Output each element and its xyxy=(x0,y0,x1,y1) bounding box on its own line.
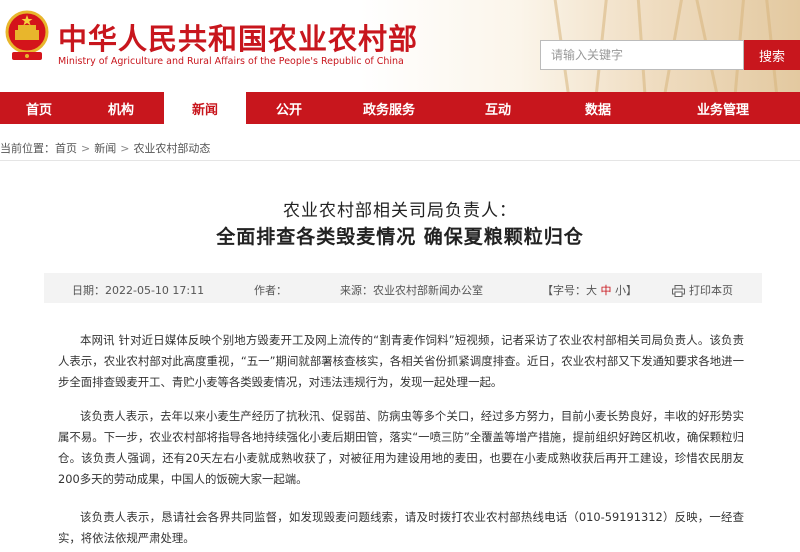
article-paragraph: 本网讯 针对近日媒体反映个别地方毁麦开工及网上流传的“割青麦作饲料”短视频，记者… xyxy=(58,333,744,389)
main-nav: 首页 机构 新闻 公开 政务服务 互动 数据 业务管理 xyxy=(0,92,800,124)
breadcrumb-link-ministry-news[interactable]: 农业农村部动态 xyxy=(133,142,210,155)
nav-item-data[interactable]: 数据 xyxy=(550,92,646,124)
article-subtitle: 农业农村部相关司局负责人： xyxy=(283,201,517,221)
search-button[interactable]: 搜索 xyxy=(744,40,800,70)
nav-item-home[interactable]: 首页 xyxy=(0,92,78,124)
date-value: 2022-05-10 17:11 xyxy=(105,284,205,297)
article-paragraph: 该负责人表示，去年以来小麦生产经历了抗秋汛、促弱苗、防病虫等多个关口，经过多方努… xyxy=(58,409,744,486)
source-value: 农业农村部新闻办公室 xyxy=(373,284,483,297)
date-field: 日期：2022-05-10 17:11 xyxy=(72,282,204,298)
source-field: 来源：农业农村部新闻办公室 xyxy=(340,282,483,298)
breadcrumb-separator: > xyxy=(81,142,91,155)
author-label: 作者： xyxy=(254,284,287,297)
breadcrumb-prefix: 当前位置： xyxy=(0,142,55,155)
national-emblem-icon[interactable] xyxy=(4,8,50,68)
breadcrumb-link-news[interactable]: 新闻 xyxy=(94,142,116,155)
nav-item-news[interactable]: 新闻 xyxy=(164,92,246,124)
nav-item-business[interactable]: 业务管理 xyxy=(646,92,800,124)
breadcrumb-separator: > xyxy=(120,142,130,155)
nav-item-public[interactable]: 公开 xyxy=(246,92,332,124)
nav-item-services[interactable]: 政务服务 xyxy=(332,92,446,124)
breadcrumb-link-home[interactable]: 首页 xyxy=(55,142,77,155)
breadcrumb: 当前位置：首页 > 新闻 > 农业农村部动态 xyxy=(0,140,210,156)
article-paragraph: 该负责人表示，恳请社会各界共同监督，如发现毁麦问题线索，请及时拨打农业农村部热线… xyxy=(58,510,744,545)
search-input[interactable] xyxy=(540,40,744,70)
article-title: 全面排查各类毁麦情况 确保夏粮颗粒归仓 xyxy=(216,226,584,248)
site-title-english: Ministry of Agriculture and Rural Affair… xyxy=(58,56,404,67)
site-title[interactable]: 中华人民共和国农业农村部 xyxy=(58,16,418,58)
font-size-large-button[interactable]: 大 xyxy=(586,284,597,297)
source-label: 来源： xyxy=(340,284,373,297)
site-header: 中华人民共和国农业农村部 Ministry of Agriculture and… xyxy=(0,0,800,92)
font-size-medium-button[interactable]: 中 xyxy=(601,284,612,297)
article-meta-bar: 日期：2022-05-10 17:11 作者： 来源：农业农村部新闻办公室 【字… xyxy=(44,273,762,303)
font-size-label: 【字号： xyxy=(542,284,586,297)
font-size-small-button[interactable]: 小 xyxy=(615,284,626,297)
divider xyxy=(0,160,800,161)
date-label: 日期： xyxy=(72,284,105,297)
print-button[interactable]: 打印本页 xyxy=(672,282,733,298)
font-size-bracket: 】 xyxy=(626,284,637,297)
print-icon xyxy=(672,285,685,297)
nav-item-organization[interactable]: 机构 xyxy=(78,92,164,124)
font-size-control: 【字号：大 中 小】 xyxy=(542,282,637,298)
nav-item-interaction[interactable]: 互动 xyxy=(446,92,550,124)
print-label: 打印本页 xyxy=(689,284,733,297)
